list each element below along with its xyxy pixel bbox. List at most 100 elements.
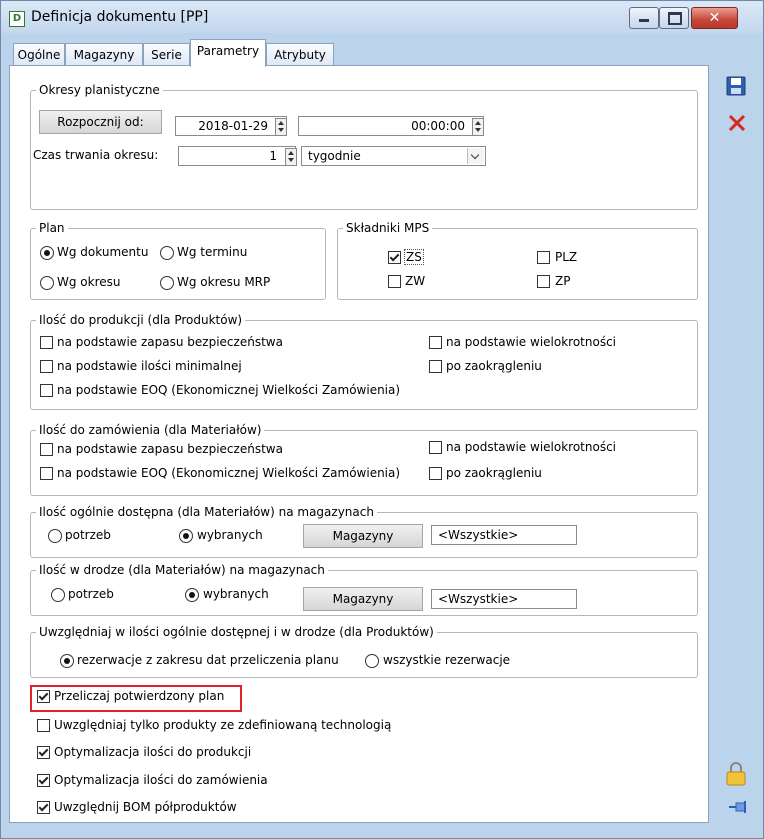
optymalizacja-zamowienia-checkbox[interactable] xyxy=(37,774,50,787)
produkcja-wielokrotnosc-checkbox[interactable] xyxy=(429,336,442,349)
tab-magazyny[interactable]: Magazyny xyxy=(65,43,143,66)
radio-wg-okresu[interactable] xyxy=(40,276,54,290)
dostepna-potrzeb-label: potrzeb xyxy=(65,528,111,542)
tylko-technologia-checkbox[interactable] xyxy=(37,719,50,732)
tab-parametry[interactable]: Parametry xyxy=(190,39,266,67)
radio-wg-dokumentu[interactable] xyxy=(40,246,54,260)
tylko-technologia-label: Uwzględniaj tylko produkty ze zdefiniowa… xyxy=(54,718,392,732)
close-button[interactable]: ✕ xyxy=(691,7,738,29)
radio-wg-terminu[interactable] xyxy=(160,246,174,260)
produkcja-zaokraglenie-checkbox[interactable] xyxy=(429,360,442,373)
dostepna-magazyny-field[interactable]: <Wszystkie> xyxy=(431,525,577,545)
maximize-button[interactable] xyxy=(659,7,689,29)
tab-ogolne[interactable]: Ogólne xyxy=(13,43,65,66)
close-icon: ✕ xyxy=(708,10,721,26)
checkbox-plz[interactable] xyxy=(537,251,550,264)
produkcja-zapas-checkbox[interactable] xyxy=(40,336,53,349)
wdrodze-wybranych-radio[interactable] xyxy=(185,588,199,602)
zamowienie-eoq-checkbox[interactable] xyxy=(40,467,53,480)
wdrodze-magazyny-button[interactable]: Magazyny xyxy=(303,587,423,611)
produkcja-wielokrotnosc-label: na podstawie wielokrotności xyxy=(446,335,617,349)
optymalizacja-zamowienia-label: Optymalizacja ilości do zamówienia xyxy=(54,773,268,787)
dostepna-potrzeb-radio[interactable] xyxy=(48,529,62,543)
bom-polproduktow-label: Uwzględnij BOM półproduktów xyxy=(54,800,237,814)
dostepna-wybranych-radio[interactable] xyxy=(179,529,193,543)
radio-wg-okresu-mrp-label: Wg okresu MRP xyxy=(177,275,271,289)
group-dostepna-legend: Ilość ogólnie dostępna (dla Materiałów) … xyxy=(36,505,377,519)
duration-unit-value: tygodnie xyxy=(308,149,361,163)
produkcja-zaokraglenie-label: po zaokrągleniu xyxy=(446,359,542,373)
dostepna-magazyny-button[interactable]: Magazyny xyxy=(303,524,423,548)
duration-label: Czas trwania okresu: xyxy=(33,148,159,162)
title-bar: D Definicja dokumentu [PP] ✕ xyxy=(1,1,763,33)
produkcja-eoq-label: na podstawie EOQ (Ekonomicznej Wielkości… xyxy=(57,383,401,397)
group-okresy: Okresy planistyczne Rozpocznij od: 2018-… xyxy=(30,83,698,210)
przeliczaj-plan-checkbox[interactable] xyxy=(37,690,50,703)
group-produkcja-legend: Ilość do produkcji (dla Produktów) xyxy=(36,313,246,327)
wdrodze-potrzeb-radio[interactable] xyxy=(51,588,65,602)
produkcja-eoq-checkbox[interactable] xyxy=(40,384,53,397)
group-plan: Plan Wg dokumentu Wg terminu Wg okresu W… xyxy=(30,221,326,300)
start-date-field[interactable]: 2018-01-29 xyxy=(175,116,287,136)
radio-wg-terminu-label: Wg terminu xyxy=(177,245,248,259)
minimize-button[interactable] xyxy=(629,7,659,29)
dialog-window: D Definicja dokumentu [PP] ✕ Ogólne Maga… xyxy=(0,0,764,839)
duration-field[interactable]: 1 xyxy=(178,146,296,166)
group-wdrodze: Ilość w drodze (dla Materiałów) na magaz… xyxy=(30,563,698,616)
group-uwzgledniaj-legend: Uwzględniaj w ilości ogólnie dostępnej i… xyxy=(36,625,437,639)
group-uwzgledniaj: Uwzględniaj w ilości ogólnie dostępnej i… xyxy=(30,625,698,678)
zamowienie-wielokrotnosc-checkbox[interactable] xyxy=(429,441,442,454)
produkcja-minimalna-label: na podstawie ilości minimalnej xyxy=(57,359,242,373)
parameters-panel: Okresy planistyczne Rozpocznij od: 2018-… xyxy=(9,65,709,823)
chevron-down-icon[interactable] xyxy=(467,148,484,164)
maximize-icon xyxy=(668,12,682,25)
optymalizacja-produkcji-label: Optymalizacja ilości do produkcji xyxy=(54,745,252,759)
rozpocznij-od-button[interactable]: Rozpocznij od: xyxy=(39,110,162,134)
duration-spinner[interactable] xyxy=(285,148,297,166)
group-okresy-legend: Okresy planistyczne xyxy=(36,83,163,97)
minimize-icon xyxy=(639,19,649,22)
zamowienie-zaokraglenie-checkbox[interactable] xyxy=(429,467,442,480)
pin-icon[interactable] xyxy=(727,797,749,819)
uwzgl-rezerwacje-zakres-radio[interactable] xyxy=(60,654,74,668)
delete-icon[interactable] xyxy=(727,113,749,135)
group-wdrodze-legend: Ilość w drodze (dla Materiałów) na magaz… xyxy=(36,563,328,577)
zamowienie-zapas-checkbox[interactable] xyxy=(40,443,53,456)
uwzgl-rezerwacje-zakres-label: rezerwacje z zakresu dat przeliczenia pl… xyxy=(77,653,339,667)
group-plan-legend: Plan xyxy=(36,221,68,235)
produkcja-minimalna-checkbox[interactable] xyxy=(40,360,53,373)
wdrodze-potrzeb-label: potrzeb xyxy=(68,587,114,601)
start-time-field[interactable]: 00:00:00 xyxy=(298,116,484,136)
group-mps-legend: Składniki MPS xyxy=(343,221,433,235)
start-time-spinner[interactable] xyxy=(472,118,484,136)
group-dostepna: Ilość ogólnie dostępna (dla Materiałów) … xyxy=(30,505,698,558)
checkbox-zp[interactable] xyxy=(537,275,550,288)
wdrodze-magazyny-field[interactable]: <Wszystkie> xyxy=(431,589,577,609)
optymalizacja-produkcji-checkbox[interactable] xyxy=(37,746,50,759)
zamowienie-eoq-label: na podstawie EOQ (Ekonomicznej Wielkości… xyxy=(57,466,401,480)
tab-serie[interactable]: Serie xyxy=(143,43,190,66)
tab-atrybuty[interactable]: Atrybuty xyxy=(266,43,334,66)
bom-polproduktow-checkbox[interactable] xyxy=(37,801,50,814)
group-produkcja: Ilość do produkcji (dla Produktów) na po… xyxy=(30,313,698,410)
dostepna-wybranych-label: wybranych xyxy=(197,528,263,542)
uwzgl-wszystkie-radio[interactable] xyxy=(365,654,379,668)
checkbox-zp-label: ZP xyxy=(555,274,571,288)
checkbox-zw[interactable] xyxy=(388,275,401,288)
zamowienie-zapas-label: na podstawie zapasu bezpieczeństwa xyxy=(57,442,283,456)
duration-unit-select[interactable]: tygodnie xyxy=(301,146,486,166)
radio-wg-okresu-mrp[interactable] xyxy=(160,276,174,290)
radio-wg-okresu-label: Wg okresu xyxy=(57,275,121,289)
wdrodze-wybranych-label: wybranych xyxy=(203,587,269,601)
checkbox-zs-label: ZS xyxy=(404,249,424,265)
radio-wg-dokumentu-label: Wg dokumentu xyxy=(57,245,149,259)
uwzgl-wszystkie-label: wszystkie rezerwacje xyxy=(383,653,511,667)
save-icon[interactable] xyxy=(725,75,747,97)
start-date-spinner[interactable] xyxy=(275,118,287,136)
lock-icon[interactable] xyxy=(724,761,748,787)
checkbox-zs[interactable] xyxy=(388,251,401,264)
produkcja-zapas-label: na podstawie zapasu bezpieczeństwa xyxy=(57,335,283,349)
checkbox-plz-label: PLZ xyxy=(555,250,578,264)
przeliczaj-plan-label: Przeliczaj potwierdzony plan xyxy=(54,689,225,703)
group-zamowienie-legend: Ilość do zamówienia (dla Materiałów) xyxy=(36,423,265,437)
